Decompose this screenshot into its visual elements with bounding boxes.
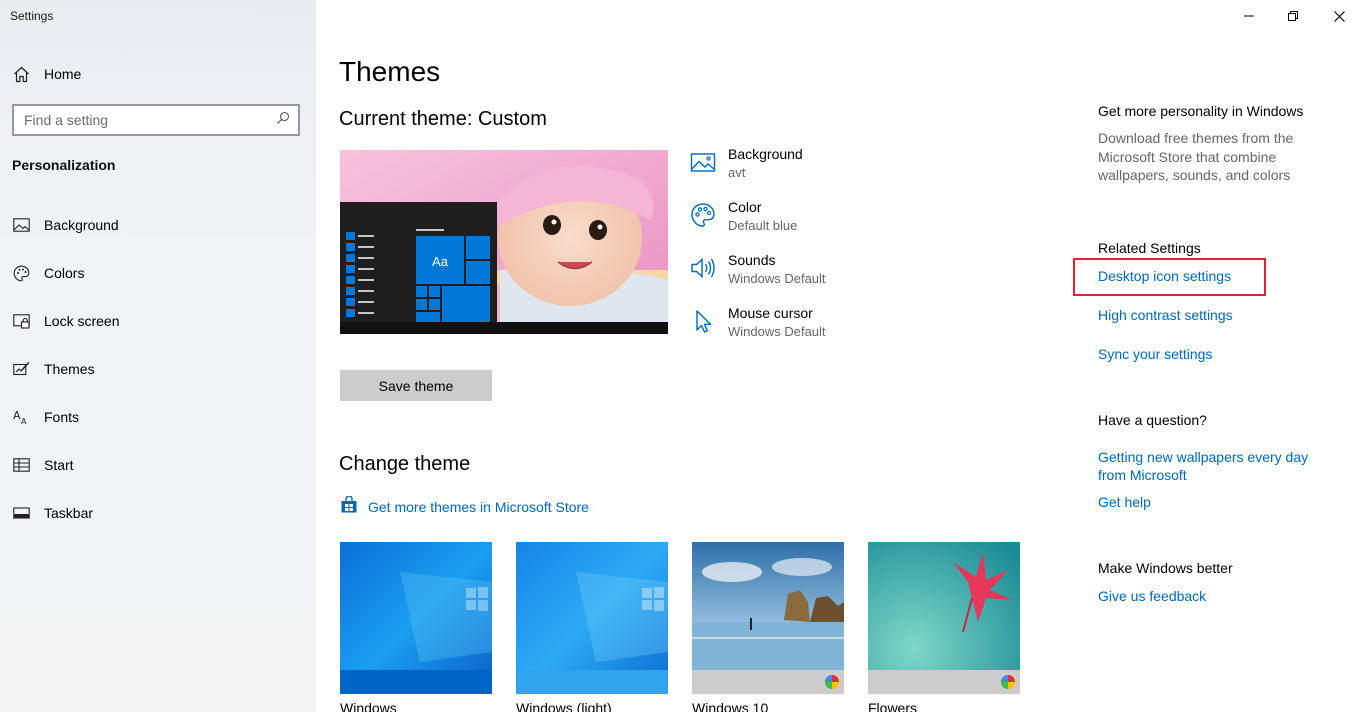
store-themes-link[interactable]: Get more themes in Microsoft Store: [340, 495, 589, 517]
close-button[interactable]: [1316, 0, 1354, 32]
theme-tile-label: Windows: [340, 700, 397, 712]
save-theme-button[interactable]: Save theme: [340, 370, 492, 401]
lock-screen-icon: [12, 312, 30, 330]
speaker-icon: [690, 255, 716, 281]
start-icon: [12, 456, 30, 474]
app-title: Settings: [10, 9, 54, 23]
close-icon: [1333, 10, 1345, 22]
question-heading: Have a question?: [1098, 412, 1207, 428]
sidebar-item-label: Lock screen: [44, 313, 120, 329]
sidebar-item-label: Start: [44, 457, 74, 473]
wallpapers-link[interactable]: Getting new wallpapers every day from Mi…: [1098, 448, 1318, 484]
theme-preview: Aa: [340, 150, 668, 334]
theme-tile-label: Windows (light): [516, 700, 612, 712]
section-personalization: Personalization: [12, 157, 116, 173]
background-icon: [12, 216, 30, 234]
related-settings-heading: Related Settings: [1098, 240, 1201, 256]
prop-title: Mouse cursor: [728, 305, 813, 321]
prop-sounds[interactable]: Sounds Windows Default: [690, 252, 970, 305]
prop-value: Default blue: [728, 218, 798, 233]
prop-title: Background: [728, 146, 803, 162]
get-help-link[interactable]: Get help: [1098, 493, 1151, 511]
prop-background[interactable]: Background avt: [690, 146, 970, 199]
prop-value: Windows Default: [728, 271, 826, 286]
prop-title: Sounds: [728, 252, 776, 268]
nav-list: Background Colors Lock screen Themes A A…: [0, 201, 316, 537]
restore-icon: [1288, 11, 1298, 21]
high-contrast-settings-link[interactable]: High contrast settings: [1098, 306, 1233, 324]
palette-icon: [12, 264, 30, 282]
sidebar-item-start[interactable]: Start: [0, 441, 316, 489]
prop-mouse-cursor[interactable]: Mouse cursor Windows Default: [690, 305, 970, 358]
prop-value: Windows Default: [728, 324, 826, 339]
theme-properties: Background avt Color Default blue Sounds…: [690, 146, 970, 358]
search-box[interactable]: [12, 104, 300, 136]
sidebar-item-background[interactable]: Background: [0, 201, 316, 249]
sidebar: Settings Home Personalization Background: [0, 0, 316, 712]
theme-tile-windows-10[interactable]: Windows 10: [692, 542, 844, 712]
theme-tile-windows[interactable]: Windows: [340, 542, 492, 712]
minimize-icon: [1244, 15, 1254, 17]
change-theme-heading: Change theme: [339, 453, 471, 475]
search-icon[interactable]: [276, 111, 290, 130]
home-icon: [12, 65, 30, 83]
feedback-link[interactable]: Give us feedback: [1098, 587, 1206, 605]
theme-thumbnail: [692, 542, 844, 694]
theme-thumbnail: [516, 542, 668, 694]
sidebar-item-label: Colors: [44, 265, 85, 281]
home-button[interactable]: Home: [12, 62, 81, 86]
make-windows-better-heading: Make Windows better: [1098, 560, 1233, 576]
sidebar-item-label: Themes: [44, 361, 95, 377]
sidebar-item-colors[interactable]: Colors: [0, 249, 316, 297]
themes-icon: [12, 360, 30, 378]
sidebar-item-label: Taskbar: [44, 505, 94, 521]
sidebar-item-themes[interactable]: Themes: [0, 345, 316, 393]
store-icon: [340, 495, 358, 517]
restore-button[interactable]: [1270, 0, 1316, 32]
store-link-label: Get more themes in Microsoft Store: [368, 498, 589, 515]
minimize-button[interactable]: [1226, 0, 1272, 32]
sidebar-item-lock-screen[interactable]: Lock screen: [0, 297, 316, 345]
home-label: Home: [44, 66, 82, 82]
sidebar-item-taskbar[interactable]: Taskbar: [0, 489, 316, 537]
prop-title: Color: [728, 199, 762, 215]
taskbar-icon: [12, 504, 30, 522]
settings-window: Settings Home Personalization Background: [0, 0, 1354, 712]
preview-sample-text: Aa: [432, 254, 449, 269]
theme-tile-flowers[interactable]: Flowers: [868, 542, 1020, 712]
prop-color[interactable]: Color Default blue: [690, 199, 970, 252]
desktop-icon-settings-link[interactable]: Desktop icon settings: [1098, 267, 1231, 285]
sync-settings-link[interactable]: Sync your settings: [1098, 345, 1212, 363]
search-input[interactable]: [24, 112, 254, 128]
current-theme-heading: Current theme: Custom: [339, 108, 547, 130]
theme-tile-label: Windows 10: [692, 700, 769, 712]
sidebar-item-label: Background: [44, 217, 119, 233]
cursor-icon: [690, 308, 716, 334]
theme-thumbnail: [868, 542, 1020, 694]
svg-text:A: A: [21, 417, 27, 425]
sidebar-item-fonts[interactable]: AA Fonts: [0, 393, 316, 441]
personality-text: Download free themes from the Microsoft …: [1098, 130, 1294, 183]
page-title: Themes: [339, 56, 441, 87]
theme-tile-windows-light[interactable]: Windows (light): [516, 542, 668, 712]
baby-wallpaper-image: Aa: [340, 150, 668, 334]
sidebar-item-label: Fonts: [44, 409, 80, 425]
personality-heading: Get more personality in Windows: [1098, 103, 1304, 119]
svg-text:A: A: [13, 409, 21, 422]
theme-tile-label: Flowers: [868, 700, 918, 712]
prop-value: avt: [728, 165, 746, 180]
palette-icon: [690, 202, 716, 228]
theme-thumbnail: [340, 542, 492, 694]
picture-icon: [690, 149, 716, 175]
fonts-icon: AA: [12, 408, 30, 426]
